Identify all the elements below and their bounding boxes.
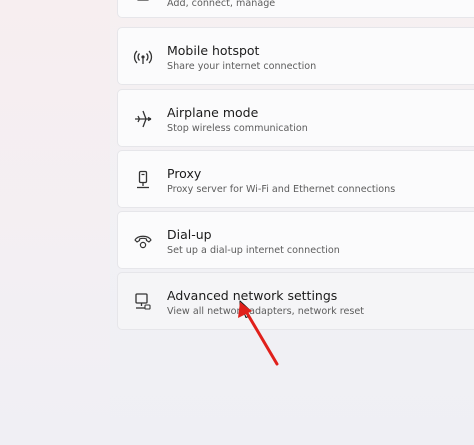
card-desc: Proxy server for Wi-Fi and Ethernet conn… [167, 184, 396, 195]
card-title: Dial-up [167, 227, 212, 242]
card-desc: Add, connect, manage [167, 0, 276, 9]
proxy-icon [132, 169, 154, 191]
ethernet-icon [132, 0, 154, 9]
card-dial-up[interactable]: Dial-up Set up a dial-up internet connec… [117, 211, 474, 269]
card-desc: Stop wireless communication [167, 123, 308, 134]
card-desc: Share your internet connection [167, 61, 317, 72]
card-title: Airplane mode [167, 105, 259, 120]
network-monitor-icon [132, 291, 154, 313]
card-title: Proxy [167, 166, 202, 181]
card-desc: Set up a dial-up internet connection [167, 245, 340, 256]
airplane-icon [132, 108, 154, 130]
navigation-pane [0, 0, 110, 445]
card-ethernet[interactable]: Add, connect, manage [117, 0, 474, 18]
card-title: Mobile hotspot [167, 43, 260, 58]
settings-list: Add, connect, manage Mobile hotspot Shar… [117, 0, 474, 445]
card-proxy[interactable]: Proxy Proxy server for Wi-Fi and Etherne… [117, 150, 474, 208]
dialup-phone-icon [132, 230, 154, 252]
card-mobile-hotspot[interactable]: Mobile hotspot Share your internet conne… [117, 27, 474, 85]
mouse-pointer-icon [239, 300, 253, 320]
card-advanced-network-settings[interactable]: Advanced network settings View all netwo… [117, 272, 474, 330]
hotspot-icon [132, 46, 154, 68]
card-desc: View all network adapters, network reset [167, 306, 365, 317]
card-airplane-mode[interactable]: Airplane mode Stop wireless communicatio… [117, 89, 474, 147]
